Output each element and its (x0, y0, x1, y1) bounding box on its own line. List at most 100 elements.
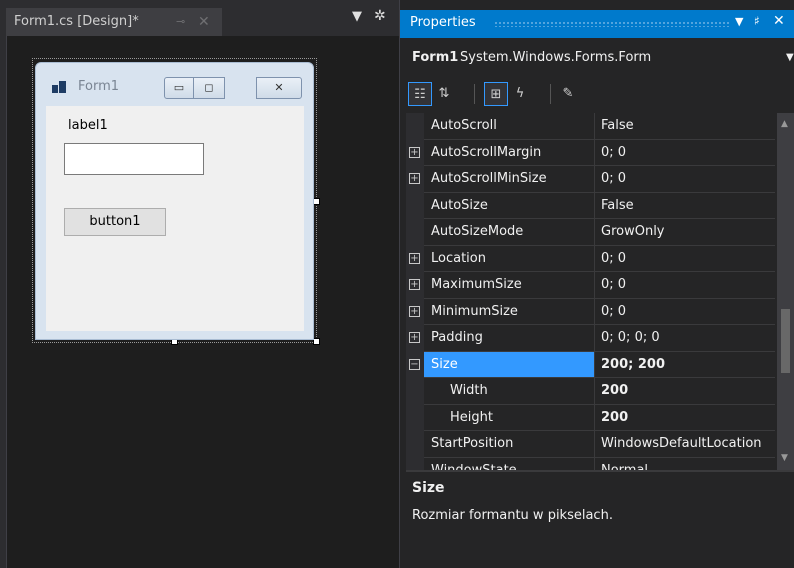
property-value[interactable]: 0; 0 (595, 140, 775, 166)
chevron-down-icon[interactable]: ▼ (786, 52, 794, 63)
designer-document-tab[interactable]: Form1.cs [Design]* ⊸ ✕ (6, 8, 222, 36)
properties-icon[interactable]: ⊞ (484, 82, 508, 106)
gear-icon[interactable]: ✲ (374, 8, 386, 24)
property-row[interactable]: AutoScroll False (406, 113, 775, 140)
alphabetical-icon[interactable]: ⇅ (432, 82, 456, 106)
dropdown-icon[interactable]: ▼ (735, 15, 743, 28)
row-gutter: + (406, 325, 424, 352)
toolbar-separator (550, 84, 551, 104)
property-row[interactable]: StartPosition WindowsDefaultLocation (406, 431, 775, 458)
property-value[interactable]: False (595, 113, 775, 140)
minimize-button[interactable]: ▭ (164, 77, 194, 99)
toolbar-separator (474, 84, 475, 104)
property-name[interactable]: MaximumSize (424, 272, 595, 299)
button1[interactable]: button1 (64, 208, 166, 236)
form1-window[interactable]: Form1 ▭ ◻ ✕ label1 button1 (35, 62, 314, 340)
row-gutter: − (406, 351, 424, 378)
property-value[interactable]: 200 (595, 378, 775, 405)
scroll-down-icon[interactable]: ▼ (781, 453, 788, 463)
property-grid-scrollbar[interactable]: ▲ ▼ (777, 113, 794, 470)
property-row[interactable]: − Size 200; 200 (406, 351, 775, 378)
maximize-button[interactable]: ◻ (193, 77, 225, 99)
expand-icon[interactable]: + (409, 173, 420, 184)
object-type: System.Windows.Forms.Form (460, 50, 652, 65)
property-value[interactable]: 0; 0 (595, 246, 775, 272)
scrollbar-thumb[interactable] (781, 309, 790, 373)
property-value[interactable]: 200 (595, 405, 775, 431)
property-name[interactable]: Location (424, 245, 595, 272)
properties-toolbar: ☷ ⇅ ⊞ ϟ ✎ (400, 78, 794, 112)
expand-icon[interactable]: + (409, 146, 420, 158)
property-row[interactable]: Width 200 (406, 378, 775, 405)
form1-client-area[interactable]: label1 button1 (46, 106, 304, 331)
form1-titlebar: Form1 ▭ ◻ ✕ (36, 63, 313, 105)
property-row[interactable]: + AutoScrollMinSize 0; 0 (406, 166, 775, 193)
property-row[interactable]: Height 200 (406, 404, 775, 431)
property-value[interactable]: WindowsDefaultLocation (595, 431, 775, 458)
expand-icon[interactable]: + (409, 252, 420, 264)
property-name[interactable]: AutoSizeMode (424, 219, 595, 246)
property-value[interactable]: 0; 0; 0; 0 (595, 325, 775, 352)
properties-titlebar: Properties ▼ ♯ ✕ (400, 10, 794, 38)
resize-handle-right[interactable] (313, 198, 320, 205)
property-value[interactable]: GrowOnly (595, 219, 775, 246)
row-gutter (406, 457, 424, 470)
property-name[interactable]: Padding (424, 325, 595, 352)
expand-icon[interactable]: + (409, 279, 420, 290)
expand-icon[interactable]: + (409, 305, 420, 317)
property-row[interactable]: + AutoScrollMargin 0; 0 (406, 139, 775, 166)
titlebar-grip[interactable] (494, 21, 730, 27)
row-gutter (406, 113, 424, 140)
row-gutter: + (406, 139, 424, 166)
description-panel: Size Rozmiar formantu w pikselach. (406, 470, 794, 568)
row-gutter: + (406, 245, 424, 272)
property-row[interactable]: WindowState Normal (406, 457, 775, 471)
property-name[interactable]: AutoSize (424, 192, 595, 219)
property-name[interactable]: StartPosition (424, 431, 595, 458)
property-grid: AutoScroll False + AutoScrollMargin 0; 0 + Aut… (406, 113, 775, 470)
property-name[interactable]: Height (424, 404, 595, 431)
designer-tab-bar: Form1.cs [Design]* ⊸ ✕ ▼ ✲ (0, 0, 399, 36)
property-name[interactable]: AutoScrollMargin (424, 139, 595, 166)
close-icon[interactable]: ✕ (198, 8, 210, 36)
object-selector[interactable]: Form1 System.Windows.Forms.Form ▼ (400, 44, 794, 74)
property-value[interactable]: 0; 0 (595, 272, 775, 299)
property-row[interactable]: AutoSizeMode GrowOnly (406, 219, 775, 246)
property-row[interactable]: + MinimumSize 0; 0 (406, 298, 775, 325)
pin-icon[interactable]: ⊸ (176, 8, 185, 36)
properties-title: Properties (410, 15, 476, 30)
textbox1[interactable] (64, 143, 204, 175)
property-name[interactable]: AutoScroll (424, 113, 595, 140)
resize-handle-corner[interactable] (313, 338, 320, 345)
property-row[interactable]: + Padding 0; 0; 0; 0 (406, 325, 775, 352)
close-icon[interactable]: ✕ (773, 13, 785, 29)
property-row[interactable]: + Location 0; 0 (406, 245, 775, 272)
events-icon[interactable]: ϟ (508, 82, 532, 106)
expand-icon[interactable]: + (409, 332, 420, 343)
scroll-up-icon[interactable]: ▲ (781, 119, 788, 129)
categorized-icon[interactable]: ☷ (408, 82, 432, 106)
property-name[interactable]: AutoScrollMinSize (424, 166, 595, 193)
close-button[interactable]: ✕ (256, 77, 302, 99)
designer-tab-title: Form1.cs [Design]* (14, 14, 139, 29)
property-value[interactable]: False (595, 193, 775, 219)
label1[interactable]: label1 (68, 118, 108, 133)
property-value[interactable]: Normal (595, 458, 775, 471)
tab-dropdown-icon[interactable]: ▼ (352, 9, 362, 24)
collapse-icon[interactable]: − (409, 358, 420, 370)
property-value[interactable]: 200; 200 (595, 352, 775, 378)
property-name[interactable]: WindowState (424, 457, 595, 470)
row-gutter (406, 378, 424, 405)
property-name[interactable]: Size (424, 351, 595, 378)
pin-icon[interactable]: ♯ (754, 14, 760, 28)
designer-pane: Form1.cs [Design]* ⊸ ✕ ▼ ✲ Form1 ▭ ◻ ✕ l… (0, 0, 399, 568)
property-name[interactable]: Width (424, 378, 595, 405)
property-value[interactable]: 0; 0 (595, 299, 775, 325)
property-row[interactable]: + MaximumSize 0; 0 (406, 272, 775, 299)
property-row[interactable]: AutoSize False (406, 192, 775, 219)
property-value[interactable]: 0; 0 (595, 166, 775, 193)
property-pages-icon[interactable]: ✎ (556, 82, 580, 106)
property-name[interactable]: MinimumSize (424, 298, 595, 325)
row-gutter (406, 404, 424, 431)
row-gutter: + (406, 298, 424, 325)
